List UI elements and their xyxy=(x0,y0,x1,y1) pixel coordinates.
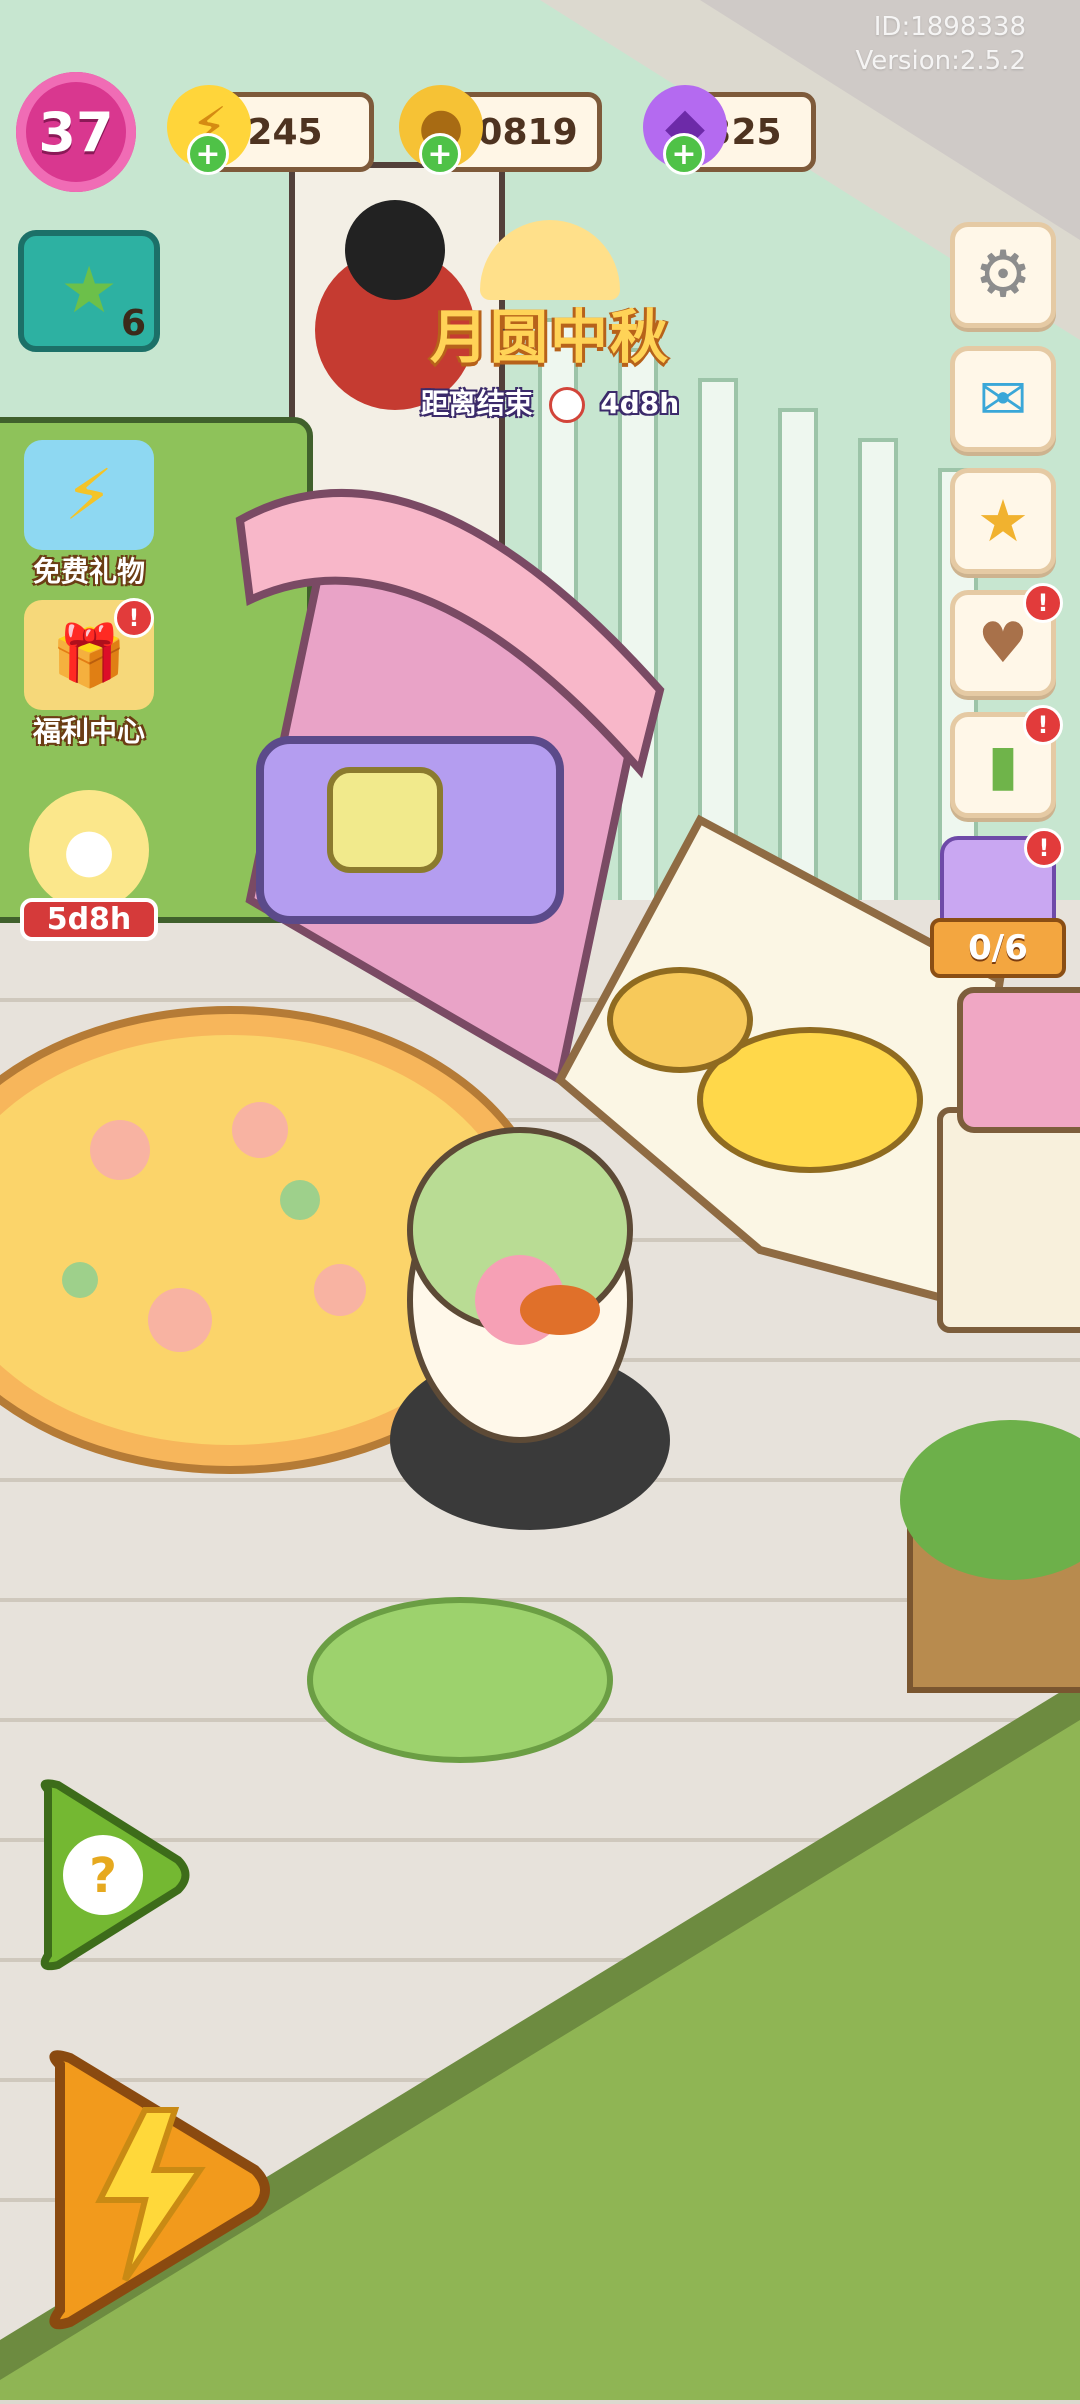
green-book-icon: ▮ xyxy=(988,733,1019,798)
svg-text:?: ? xyxy=(89,1848,117,1904)
moon-rabbit-icon xyxy=(480,220,620,300)
settings-button[interactable]: ⚙ xyxy=(950,222,1056,328)
energy-action-button[interactable] xyxy=(30,2040,280,2340)
star-leaf-icon: ★ xyxy=(60,254,117,328)
jar-alert-icon: ! xyxy=(1024,828,1064,868)
energy-add-icon[interactable]: + xyxy=(187,133,229,175)
recipe-book-button[interactable]: ▮ ! xyxy=(950,712,1056,818)
clock-icon xyxy=(549,387,585,423)
welfare-alert-icon: ! xyxy=(114,598,154,638)
jar-progress: 0/6 xyxy=(930,918,1066,978)
version-label: Version:2.5.2 xyxy=(855,44,1026,78)
mail-button[interactable]: ✉ xyxy=(950,346,1056,452)
countdown-value: 4d8h xyxy=(600,387,679,420)
event-countdown: 距离结束 4d8h xyxy=(360,382,740,423)
collection-book-button[interactable]: ♥ ! xyxy=(950,590,1056,696)
gem-add-icon[interactable]: + xyxy=(663,133,705,175)
gem-counter[interactable]: ◆ + 325 xyxy=(672,92,816,172)
heart-book-icon: ♥ xyxy=(978,611,1028,676)
event-title: 月圆中秋 xyxy=(360,290,740,374)
envelope-icon: ✉ xyxy=(979,365,1028,433)
energy-counter[interactable]: ⚡ + 245 xyxy=(196,92,374,172)
task-count: 6 xyxy=(121,303,146,344)
coin-add-icon[interactable]: + xyxy=(419,133,461,175)
welfare-label: 福利中心 xyxy=(14,710,164,750)
bunny-event-button[interactable]: ● 5d8h xyxy=(14,790,164,941)
recipe-alert-icon: ! xyxy=(1023,705,1063,745)
bunny-icon: ● xyxy=(29,790,149,910)
level-number: 37 xyxy=(38,101,113,164)
countdown-label: 距离结束 xyxy=(421,387,533,420)
medal-star-icon: ★ xyxy=(977,487,1029,555)
help-button[interactable]: ? xyxy=(28,1770,198,1980)
task-board-button[interactable]: ★ 6 xyxy=(14,230,164,352)
duck-gifts-icon: 🎁 ! xyxy=(24,600,154,710)
player-level-badge[interactable]: 37 xyxy=(16,72,136,192)
clipboard-icon: ★ 6 xyxy=(18,230,160,352)
collection-alert-icon: ! xyxy=(1023,583,1063,623)
bunny-timer: 5d8h xyxy=(20,898,158,941)
energy-value: 245 xyxy=(247,112,322,153)
account-info: ID:1898338 Version:2.5.2 xyxy=(855,10,1026,78)
achievements-button[interactable]: ★ xyxy=(950,468,1056,574)
free-gift-button[interactable]: ⚡ 免费礼物 xyxy=(14,440,164,590)
gift-bolt-icon: ⚡ xyxy=(24,440,154,550)
mid-autumn-event-banner[interactable]: 月圆中秋 距离结束 4d8h xyxy=(360,220,740,423)
welfare-center-button[interactable]: 🎁 ! 福利中心 xyxy=(14,600,164,750)
coin-counter[interactable]: ● + 10819 xyxy=(428,92,602,172)
player-id: ID:1898338 xyxy=(855,10,1026,44)
gear-icon: ⚙ xyxy=(974,238,1031,312)
free-gift-label: 免费礼物 xyxy=(14,550,164,590)
